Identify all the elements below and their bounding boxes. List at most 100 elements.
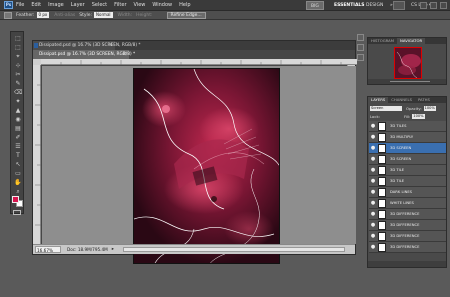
workspace-mode-button[interactable]: BIG <box>306 1 324 10</box>
maximize-icon[interactable] <box>430 2 437 9</box>
menu-image[interactable]: Image <box>48 2 64 8</box>
eye-icon[interactable]: ● <box>370 145 376 151</box>
menu-file[interactable]: File <box>16 2 24 8</box>
navigator-panel-tabs: HISTOGRAM NAVIGATOR <box>368 38 446 44</box>
layer-name: 3D SCREEN <box>390 146 412 150</box>
layer-list: ● 3D TILES ● 3D MULTIPLY ● 3D SCREEN ● 3D SC… <box>369 121 446 253</box>
document-tab-active[interactable]: Dissipat.psd @ 16.7% (3D SCREEN, RGB/8) … <box>33 50 135 59</box>
eye-icon[interactable]: ● <box>370 156 376 162</box>
document-tab-title: Dissipated.psd @ 16.7% (3D SCREEN, RGB/8… <box>39 43 141 48</box>
pen-tool-icon[interactable]: T <box>14 153 22 159</box>
shape-tool-icon[interactable]: ✋ <box>14 180 22 186</box>
eye-icon[interactable]: ● <box>370 123 376 129</box>
layer-row[interactable]: ● WHITE LINES <box>369 198 446 209</box>
menu-edit[interactable]: Edit <box>31 2 41 8</box>
move-tool-icon[interactable]: ⬚ <box>14 36 22 42</box>
menu-select[interactable]: Select <box>92 2 107 8</box>
workspace-design[interactable]: DESIGN <box>362 1 387 10</box>
width-label: Width: <box>117 12 133 18</box>
document-tab[interactable]: Dissipated.psd @ 16.7% (3D SCREEN, RGB/8… <box>33 41 141 50</box>
quick-mask-icon[interactable] <box>13 210 21 215</box>
antialias-checkbox[interactable]: Anti-alias <box>54 13 75 18</box>
layer-thumbnail <box>378 198 386 208</box>
close-icon[interactable]: × <box>109 41 113 50</box>
layer-row[interactable]: ● 3D DIFFERENCE <box>369 220 446 231</box>
hand-tool-icon[interactable]: ⌕ <box>14 189 22 195</box>
feather-input[interactable]: 0 px <box>36 12 50 18</box>
menu-window[interactable]: Window <box>152 2 172 8</box>
options-bar: Feather: 0 px Anti-alias Style: Normal W… <box>0 11 450 20</box>
layer-row[interactable]: ● 3D TILE <box>369 165 446 176</box>
history-brush-tool-icon[interactable]: ◉ <box>14 117 22 123</box>
tab-navigator[interactable]: NAVIGATOR <box>397 38 426 44</box>
menu-filter[interactable]: Filter <box>114 2 126 8</box>
navigator-preview[interactable] <box>394 47 422 79</box>
healing-tool-icon[interactable]: ⌫ <box>14 90 22 96</box>
fill-input[interactable]: 100% <box>412 113 425 119</box>
eyedropper-tool-icon[interactable]: ✎ <box>14 81 22 87</box>
zoom-field[interactable]: 16.67% <box>35 246 61 253</box>
actions-panel-icon[interactable] <box>357 44 364 51</box>
menu-help[interactable]: Help <box>179 2 190 8</box>
layer-row[interactable]: ● 3D DIFFERENCE <box>369 242 446 253</box>
path-select-tool-icon[interactable]: ▭ <box>14 171 22 177</box>
eye-icon[interactable]: ● <box>370 178 376 184</box>
blend-mode-select[interactable]: Screen <box>370 105 402 111</box>
gradient-tool-icon[interactable]: ✐ <box>14 135 22 141</box>
layer-row[interactable]: ● 3D TILES <box>369 121 446 132</box>
history-panel-icon[interactable] <box>357 34 364 41</box>
horizontal-scrollbar[interactable] <box>123 247 345 252</box>
quick-select-tool-icon[interactable]: ⊹ <box>14 63 22 69</box>
style-label: Style: <box>79 12 93 18</box>
navigator-zoom-slider[interactable] <box>390 81 430 82</box>
layer-row[interactable]: ● 3D DIFFERENCE <box>369 209 446 220</box>
search-field[interactable] <box>393 1 405 10</box>
tab-channels[interactable]: CHANNELS <box>388 97 415 103</box>
close-icon[interactable] <box>440 2 447 9</box>
brush-tool-icon[interactable]: ✦ <box>14 99 22 105</box>
layer-row[interactable]: ● 3D DIFFERENCE <box>369 231 446 242</box>
refine-edge-button[interactable]: Refine Edge... <box>166 11 206 19</box>
eye-icon[interactable]: ● <box>370 167 376 173</box>
canvas-area[interactable] <box>42 66 356 264</box>
artwork-image[interactable] <box>133 68 280 264</box>
layer-row[interactable]: ● 3D SCREEN <box>369 154 446 165</box>
vertical-ruler[interactable] <box>33 65 41 245</box>
lasso-tool-icon[interactable]: ⌖ <box>14 54 22 60</box>
eye-icon[interactable]: ● <box>370 200 376 206</box>
close-icon[interactable]: × <box>123 50 127 59</box>
layer-thumbnail <box>378 121 386 131</box>
layer-thumbnail <box>378 132 386 142</box>
tab-layers[interactable]: LAYERS <box>368 97 389 103</box>
brushes-panel-icon[interactable] <box>357 54 364 61</box>
eye-icon[interactable]: ● <box>370 211 376 217</box>
dodge-tool-icon[interactable]: ☰ <box>14 144 22 150</box>
layer-row[interactable]: ● 3D MULTIPLY <box>369 132 446 143</box>
menu-view[interactable]: View <box>134 2 146 8</box>
eye-icon[interactable]: ● <box>370 244 376 250</box>
marquee-tool-icon[interactable]: ⬚ <box>14 45 22 51</box>
eye-icon[interactable]: ● <box>370 233 376 239</box>
tab-paths[interactable]: PATHS <box>415 97 433 103</box>
layer-row[interactable]: ● DARK LINES <box>369 187 446 198</box>
eye-icon[interactable]: ● <box>370 189 376 195</box>
layer-row-selected[interactable]: ● 3D SCREEN <box>369 143 446 154</box>
eye-icon[interactable]: ● <box>370 134 376 140</box>
horizontal-ruler[interactable] <box>41 59 357 65</box>
status-menu-arrow-icon[interactable]: ▸ <box>112 247 114 252</box>
layer-name: 3D TILE <box>390 168 405 172</box>
stamp-tool-icon[interactable]: ▲ <box>14 108 22 114</box>
crop-tool-icon[interactable]: ✂ <box>14 72 22 78</box>
type-tool-icon[interactable]: ↖ <box>14 162 22 168</box>
menu-layer[interactable]: Layer <box>71 2 85 8</box>
marquee-tool-preset-icon[interactable] <box>4 11 12 19</box>
minimize-icon[interactable] <box>420 2 427 9</box>
opacity-input[interactable]: 100% <box>423 105 436 111</box>
foreground-color-swatch[interactable] <box>12 196 19 203</box>
layer-row[interactable]: ● 3D TILE <box>369 176 446 187</box>
eye-icon[interactable]: ● <box>370 222 376 228</box>
document-tabs: Dissipated.psd @ 16.7% (3D SCREEN, RGB/8… <box>33 41 355 59</box>
style-select[interactable]: Normal <box>94 12 113 18</box>
eraser-tool-icon[interactable]: ▤ <box>14 126 22 132</box>
tab-histogram[interactable]: HISTOGRAM <box>368 38 397 44</box>
